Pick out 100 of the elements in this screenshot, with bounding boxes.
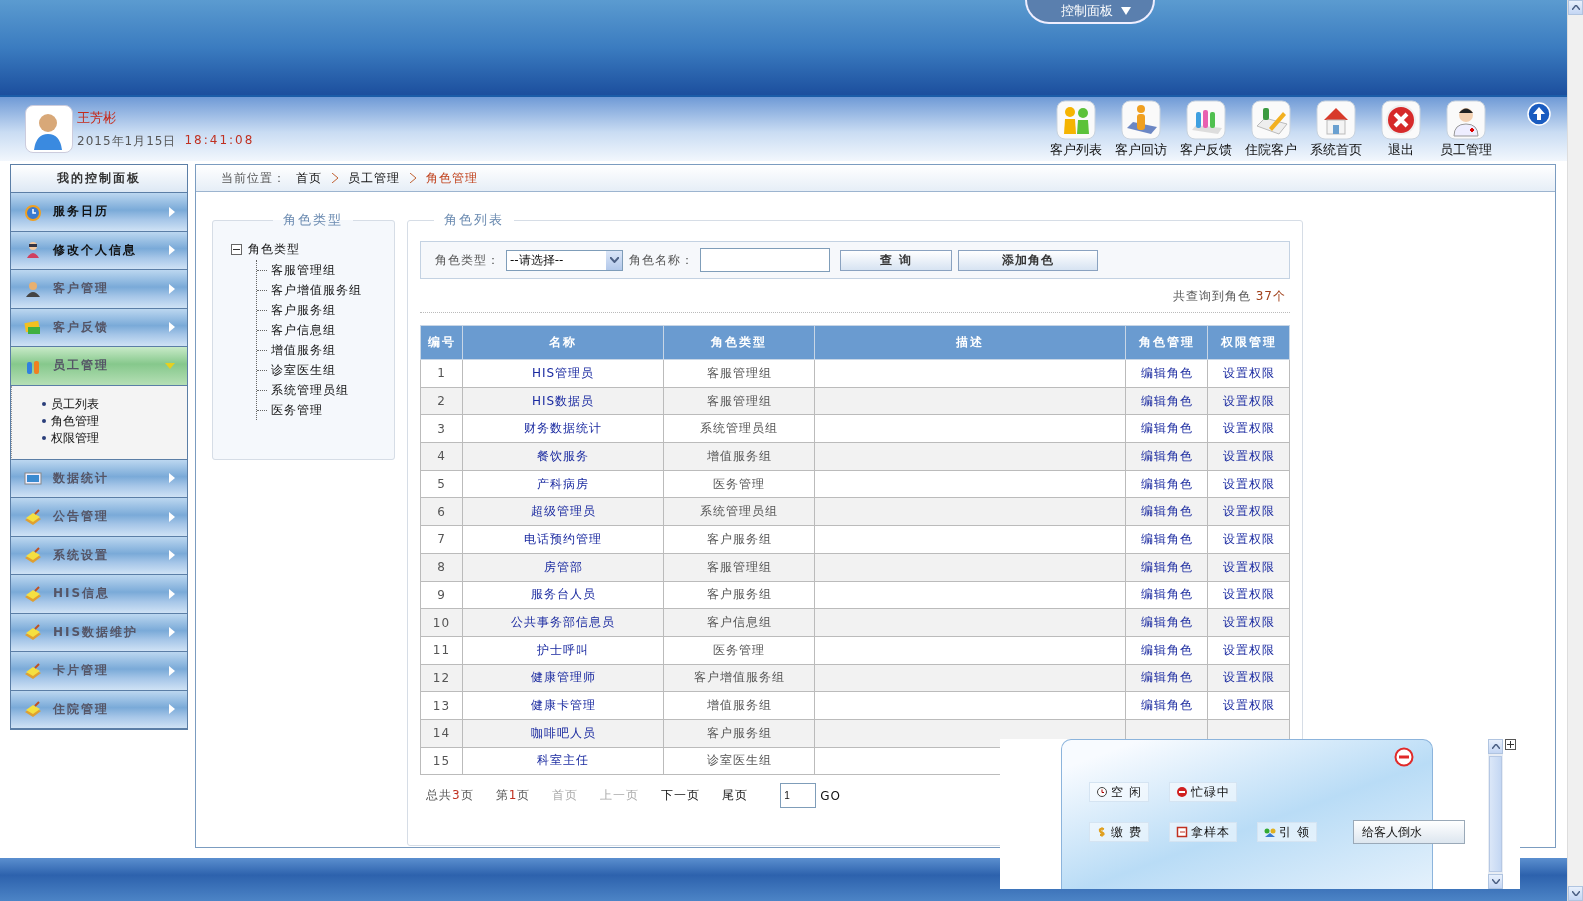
role-name-link[interactable]: 服务台人员 — [462, 581, 664, 609]
go-link[interactable]: GO — [820, 788, 842, 803]
scrollbar[interactable] — [1567, 0, 1583, 901]
toolbar-button[interactable]: 员工管理 — [1436, 99, 1496, 159]
tree-node[interactable]: 增值服务组 — [257, 340, 394, 360]
tree-node[interactable]: 系统管理员组 — [257, 380, 394, 400]
table-cell: 7 — [420, 525, 463, 554]
panel-title: 角色列表 — [443, 212, 505, 229]
breadcrumb-link[interactable]: 首页 — [296, 169, 322, 187]
table-cell: 增值服务组 — [663, 691, 815, 720]
avatar-icon — [25, 105, 73, 153]
toolbar-icon — [1186, 99, 1226, 140]
role-name-input[interactable] — [700, 248, 830, 272]
role-name-link[interactable]: 超级管理员 — [462, 497, 664, 526]
column-header: 角色管理 — [1125, 325, 1208, 360]
sidebar-title: 我的控制面板 — [11, 165, 187, 193]
sidebar-item[interactable]: 员工管理 — [11, 347, 187, 386]
role-name-link[interactable]: HIS数据员 — [462, 387, 664, 415]
tree-node[interactable]: 诊室医生组 — [257, 360, 394, 380]
toolbar-button[interactable]: 客户反馈 — [1176, 99, 1236, 159]
table-cell: 15 — [420, 747, 463, 775]
role-name-link[interactable]: 财务数据统计 — [462, 414, 664, 443]
role-name-link[interactable]: 餐饮服务 — [462, 442, 664, 471]
chevron-icon — [169, 588, 175, 599]
submenu-item[interactable]: 员工列表 — [42, 395, 187, 413]
role-name-link[interactable]: HIS管理员 — [462, 359, 664, 388]
role-name-link[interactable]: 健康管理师 — [462, 664, 664, 692]
status-button[interactable]: 忙碌中 — [1168, 782, 1237, 802]
table-cell: 12 — [420, 664, 463, 692]
search-button[interactable]: 查 询 — [840, 249, 952, 271]
breadcrumb-link[interactable]: 角色管理 — [426, 169, 478, 187]
menu-icon — [23, 583, 43, 604]
status-button[interactable]: 引 领 — [1256, 822, 1317, 842]
user-name: 王芳彬 — [77, 108, 117, 127]
chevron-icon — [169, 206, 175, 217]
table-cell: 2 — [420, 387, 463, 415]
toolbar-button[interactable]: 客户列表 — [1046, 99, 1106, 159]
toolbar-button[interactable]: 退出 — [1371, 99, 1431, 159]
scroll-up-icon[interactable] — [1527, 101, 1551, 126]
tree-node[interactable]: 客户增值服务组 — [257, 280, 394, 300]
toolbar-icon — [1381, 99, 1421, 140]
role-name-link[interactable]: 健康卡管理 — [462, 691, 664, 720]
status-button[interactable]: 拿样本 — [1168, 822, 1237, 842]
breadcrumb-label: 当前位置： — [221, 169, 286, 187]
role-name-link[interactable]: 公共事务部信息员 — [462, 608, 664, 637]
submenu-item[interactable]: 权限管理 — [42, 429, 187, 447]
toolbar-button[interactable]: 系统首页 — [1306, 99, 1366, 159]
role-name-link[interactable]: 科室主任 — [462, 747, 664, 775]
expand-icon[interactable] — [1505, 739, 1516, 750]
submenu-item[interactable]: 角色管理 — [42, 412, 187, 430]
table-cell: 诊室医生组 — [663, 747, 815, 775]
status-button[interactable]: 空 闲 — [1089, 782, 1149, 802]
menu-icon — [23, 699, 43, 720]
field-label: 角色名称： — [629, 251, 694, 269]
button-icon — [1175, 786, 1188, 798]
tree-node[interactable]: 客户信息组 — [257, 320, 394, 340]
chevron-icon — [169, 473, 175, 484]
role-type-select[interactable]: --请选择-- — [506, 249, 623, 271]
field-label: 角色类型： — [435, 251, 500, 269]
control-panel-tab[interactable]: 控制面板 — [1025, 0, 1155, 24]
table-cell: 客户增值服务组 — [663, 664, 815, 692]
column-header: 角色类型 — [663, 325, 815, 360]
table-cell: 6 — [420, 497, 463, 526]
role-name-link[interactable]: 产科病房 — [462, 470, 664, 498]
page-input[interactable]: 1 — [780, 783, 817, 809]
tree-node[interactable]: 客户服务组 — [257, 300, 394, 320]
table-cell: 10 — [420, 608, 463, 637]
table-cell: 客户信息组 — [663, 608, 815, 637]
status-button[interactable]: 缴 费 — [1089, 822, 1149, 842]
toolbar-button[interactable]: 住院客户 — [1241, 99, 1301, 159]
page-link[interactable]: 尾页 — [722, 787, 749, 805]
scrollbar[interactable] — [1488, 739, 1503, 889]
chevron-icon — [410, 173, 416, 183]
breadcrumb-link[interactable]: 员工管理 — [348, 169, 400, 187]
sidebar-item[interactable]: 修改个人信息 — [11, 231, 187, 270]
role-name-link[interactable]: 咖啡吧人员 — [462, 719, 664, 748]
caret-icon — [165, 361, 175, 370]
table-cell: 11 — [420, 636, 463, 665]
role-name-link[interactable]: 电话预约管理 — [462, 525, 664, 554]
chevron-icon — [169, 245, 175, 256]
page-link[interactable]: 下一页 — [661, 787, 701, 805]
close-icon[interactable] — [1394, 747, 1414, 767]
sidebar-item[interactable]: 服务日历 — [11, 193, 187, 232]
toolbar-button[interactable]: 客户回访 — [1111, 99, 1171, 159]
column-header: 描述 — [814, 325, 1126, 360]
menu-icon — [23, 545, 43, 566]
button-icon — [1096, 826, 1108, 838]
table-cell: 医务管理 — [663, 636, 815, 665]
collapse-icon[interactable] — [231, 244, 242, 255]
add-role-button[interactable]: 添加角色 — [958, 249, 1098, 271]
chevron-icon — [169, 511, 175, 522]
chevron-icon — [169, 322, 175, 333]
chevron-icon — [332, 173, 338, 183]
role-name-link[interactable]: 护士呼叫 — [462, 636, 664, 665]
action-button[interactable]: 给客人倒水 — [1352, 820, 1465, 844]
role-name-link[interactable]: 房管部 — [462, 553, 664, 581]
toolbar-icon — [1316, 99, 1356, 140]
tree-node[interactable]: 角色类型 — [248, 241, 300, 258]
tree-node[interactable]: 医务管理 — [257, 400, 394, 420]
tree-node[interactable]: 客服管理组 — [257, 260, 394, 280]
